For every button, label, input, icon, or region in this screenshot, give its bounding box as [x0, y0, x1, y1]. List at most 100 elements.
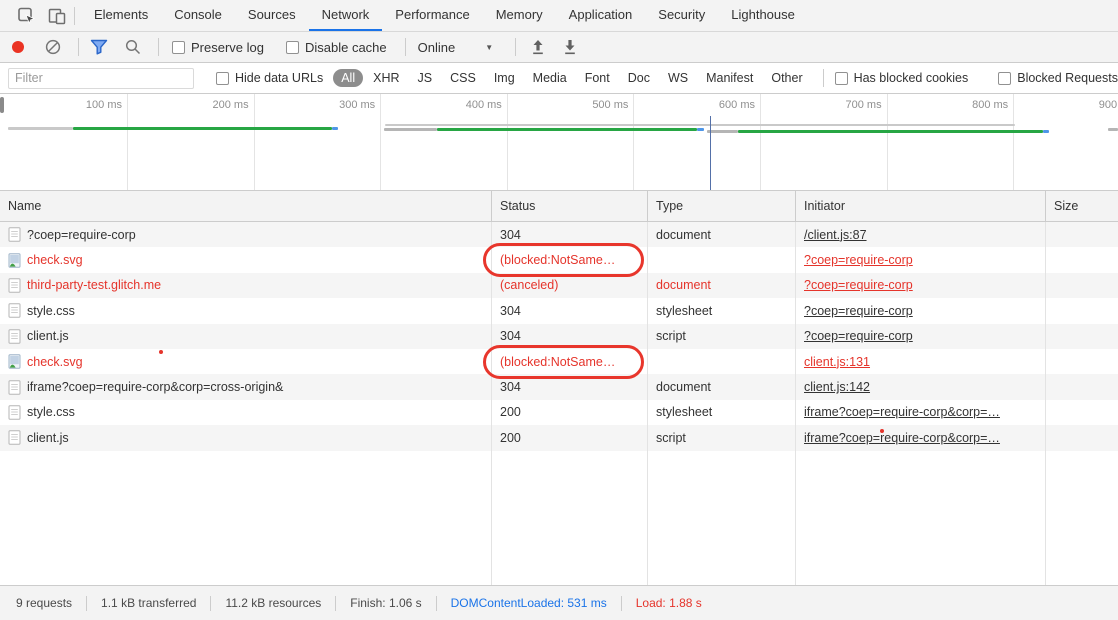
request-status-cell: 304: [491, 324, 647, 349]
tab-memory[interactable]: Memory: [483, 0, 556, 31]
column-header-status[interactable]: Status: [491, 191, 647, 221]
table-row[interactable]: third-party-test.glitch.me (canceled) do…: [0, 273, 1118, 298]
filler-cell: [795, 451, 1045, 585]
request-initiator-link[interactable]: iframe?coep=require-corp&corp=…: [804, 405, 1000, 419]
filter-pill-manifest[interactable]: Manifest: [698, 69, 761, 87]
disable-cache-checkbox[interactable]: Disable cache: [286, 40, 387, 55]
filter-pill-other[interactable]: Other: [763, 69, 810, 87]
request-initiator-link[interactable]: client.js:142: [804, 380, 870, 394]
summary-item: 9 requests: [14, 596, 74, 610]
tab-performance[interactable]: Performance: [382, 0, 482, 31]
request-type-cell: stylesheet: [647, 400, 795, 425]
request-initiator-link[interactable]: /client.js:87: [804, 228, 867, 242]
tab-lighthouse[interactable]: Lighthouse: [718, 0, 808, 31]
toolbar-separator: [515, 38, 516, 56]
tab-network[interactable]: Network: [309, 0, 383, 31]
export-har-icon[interactable]: [562, 39, 578, 56]
filter-pill-font[interactable]: Font: [577, 69, 618, 87]
waterfall-bar-segment: [1043, 130, 1049, 133]
preserve-log-checkbox[interactable]: Preserve log: [172, 40, 264, 55]
filter-icon[interactable]: [90, 39, 108, 55]
tab-application[interactable]: Application: [556, 0, 646, 31]
filter-pill-doc[interactable]: Doc: [620, 69, 658, 87]
search-icon[interactable]: [124, 38, 142, 56]
request-initiator-link[interactable]: ?coep=require-corp: [804, 253, 913, 267]
red-dot-annotation: [159, 350, 163, 354]
summary-item: 11.2 kB resources: [223, 596, 323, 610]
table-row[interactable]: check.svg (blocked:NotSame… client.js:13…: [0, 349, 1118, 374]
summary-bar: 9 requests1.1 kB transferred11.2 kB reso…: [0, 585, 1118, 620]
request-name-cell: client.js: [0, 425, 491, 450]
tab-elements[interactable]: Elements: [81, 0, 161, 31]
has-blocked-cookies-label: Has blocked cookies: [854, 71, 969, 85]
timeline-tick-label: 400 ms: [432, 99, 502, 111]
filter-pill-img[interactable]: Img: [486, 69, 523, 87]
request-type: document: [656, 380, 711, 394]
tab-security[interactable]: Security: [645, 0, 718, 31]
request-initiator-link[interactable]: ?coep=require-corp: [804, 329, 913, 343]
record-icon[interactable]: [12, 41, 24, 53]
timeline-tick-label: 200 ms: [179, 99, 249, 111]
table-row[interactable]: style.css 200 stylesheet iframe?coep=req…: [0, 400, 1118, 425]
tab-console[interactable]: Console: [161, 0, 235, 31]
request-size-cell: [1045, 374, 1118, 399]
filter-pill-xhr[interactable]: XHR: [365, 69, 407, 87]
request-type-cell: [647, 247, 795, 272]
filter-pill-media[interactable]: Media: [525, 69, 575, 87]
hide-data-urls-checkbox[interactable]: Hide data URLs: [216, 71, 323, 85]
request-name-cell: style.css: [0, 400, 491, 425]
request-initiator-cell: ?coep=require-corp: [795, 324, 1045, 349]
tab-sources[interactable]: Sources: [235, 0, 309, 31]
requests-table-body: ?coep=require-corp 304 document /client.…: [0, 222, 1118, 451]
clear-icon[interactable]: [44, 38, 62, 56]
request-name-cell: check.svg: [0, 349, 491, 374]
table-row[interactable]: check.svg (blocked:NotSame… ?coep=requir…: [0, 247, 1118, 272]
devtools-window: ElementsConsoleSourcesNetworkPerformance…: [0, 0, 1118, 620]
request-initiator-link[interactable]: client.js:131: [804, 355, 870, 369]
timeline-tick-label: 600 ms: [685, 99, 755, 111]
timeline-overview[interactable]: 100 ms200 ms300 ms400 ms500 ms600 ms700 …: [0, 94, 1118, 191]
filter-pill-js[interactable]: JS: [410, 69, 441, 87]
filler-cell: [491, 451, 647, 585]
waterfall-bar-segment: [1108, 128, 1118, 131]
blocked-requests-checkbox[interactable]: Blocked Requests: [998, 71, 1118, 85]
column-header-name[interactable]: Name: [0, 191, 491, 221]
has-blocked-cookies-checkbox[interactable]: Has blocked cookies: [835, 71, 969, 85]
column-header-initiator[interactable]: Initiator: [795, 191, 1045, 221]
table-row[interactable]: client.js 200 script iframe?coep=require…: [0, 425, 1118, 450]
import-har-icon[interactable]: [530, 39, 546, 56]
inspect-icon[interactable]: [12, 0, 42, 31]
summary-separator: [621, 596, 622, 611]
table-row[interactable]: iframe?coep=require-corp&corp=cross-orig…: [0, 374, 1118, 399]
checkbox-box: [835, 72, 848, 85]
throttling-value: Online: [418, 40, 456, 55]
filter-input[interactable]: [8, 68, 194, 89]
request-type-cell: stylesheet: [647, 298, 795, 323]
filter-pill-all[interactable]: All: [333, 69, 363, 87]
waterfall-bar-segment: [738, 130, 1043, 133]
request-size-cell: [1045, 400, 1118, 425]
throttling-dropdown[interactable]: Online ▼: [418, 40, 494, 55]
column-header-size[interactable]: Size: [1045, 191, 1118, 221]
table-row[interactable]: client.js 304 script ?coep=require-corp: [0, 324, 1118, 349]
timeline-gridline: [887, 94, 888, 190]
summary-separator: [335, 596, 336, 611]
waterfall-bar-segment: [385, 124, 1015, 126]
request-initiator-link[interactable]: ?coep=require-corp: [804, 278, 913, 292]
request-size-cell: [1045, 324, 1118, 349]
overview-scroll-handle[interactable]: [0, 97, 4, 113]
table-row[interactable]: style.css 304 stylesheet ?coep=require-c…: [0, 298, 1118, 323]
column-header-type[interactable]: Type: [647, 191, 795, 221]
device-toolbar-icon[interactable]: [42, 0, 72, 31]
table-row[interactable]: ?coep=require-corp 304 document /client.…: [0, 222, 1118, 247]
request-status-cell: 200: [491, 400, 647, 425]
filter-pill-ws[interactable]: WS: [660, 69, 696, 87]
toolbar-separator: [78, 38, 79, 56]
request-initiator-cell: ?coep=require-corp: [795, 273, 1045, 298]
filter-pill-css[interactable]: CSS: [442, 69, 484, 87]
waterfall-bar-segment: [8, 127, 73, 130]
domcontentloaded-marker: [710, 116, 711, 190]
request-initiator-cell: client.js:131: [795, 349, 1045, 374]
request-initiator-link[interactable]: iframe?coep=require-corp&corp=…: [804, 431, 1000, 445]
request-initiator-link[interactable]: ?coep=require-corp: [804, 304, 913, 318]
